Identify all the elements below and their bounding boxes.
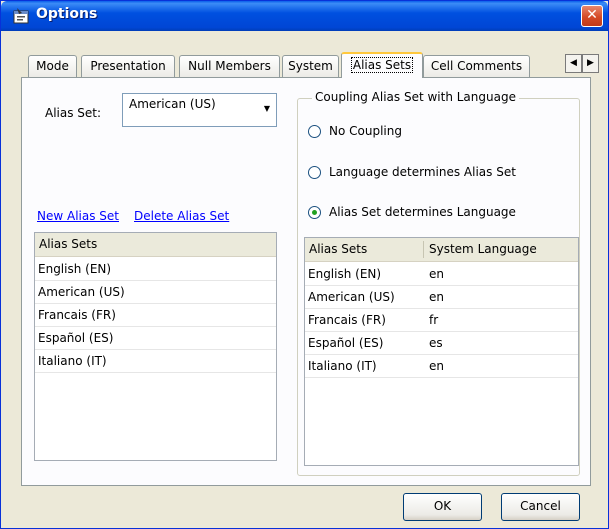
close-icon: ✕ [586, 7, 598, 23]
options-window-icon [13, 8, 29, 24]
radio-button-icon[interactable] [308, 125, 321, 138]
coupling-table[interactable]: Alias Sets System Language English (EN) … [304, 237, 579, 466]
close-button[interactable]: ✕ [581, 5, 603, 27]
title-bar[interactable]: Options ✕ [1, 1, 608, 31]
tab-scroll-left-button[interactable]: ◀ [565, 54, 582, 73]
alias-sets-list-header[interactable]: Alias Sets [35, 233, 276, 257]
new-alias-set-link[interactable]: New Alias Set [37, 209, 119, 223]
alias-set-label: Alias Set: [45, 106, 102, 120]
list-item[interactable]: American (US) [35, 281, 276, 304]
table-row[interactable]: English (EN) en [305, 263, 578, 286]
window-title: Options [36, 6, 98, 22]
alias-sets-list[interactable]: Alias Sets English (EN) American (US) Fr… [34, 232, 277, 461]
alias-set-value: American (US) [129, 97, 216, 111]
column-header-alias-sets[interactable]: Alias Sets [309, 238, 367, 260]
list-item[interactable]: Español (ES) [35, 327, 276, 350]
radio-button-selected-icon[interactable] [308, 206, 321, 219]
tab-system[interactable]: System [282, 55, 339, 77]
delete-alias-set-link[interactable]: Delete Alias Set [134, 209, 229, 223]
chevron-down-icon: ▼ [263, 104, 270, 113]
ok-button[interactable]: OK [403, 493, 482, 521]
tab-mode[interactable]: Mode [28, 55, 77, 77]
table-row[interactable]: American (US) en [305, 286, 578, 309]
tab-alias-sets[interactable]: Alias Sets [341, 52, 423, 78]
list-item[interactable]: English (EN) [35, 258, 276, 281]
column-divider[interactable] [423, 241, 424, 258]
table-row[interactable]: Francais (FR) fr [305, 309, 578, 332]
chevron-left-icon: ◀ [570, 58, 577, 68]
cancel-button[interactable]: Cancel [501, 493, 580, 521]
chevron-right-icon: ▶ [587, 58, 594, 68]
options-dialog: Options ✕ Mode Presentation Null Members… [0, 0, 609, 529]
coupling-group-title: Coupling Alias Set with Language [312, 90, 519, 104]
table-row[interactable]: Italiano (IT) en [305, 355, 578, 378]
radio-button-icon[interactable] [308, 166, 321, 179]
list-item[interactable]: Francais (FR) [35, 304, 276, 327]
list-item[interactable]: Italiano (IT) [35, 350, 276, 373]
tab-cell-comments[interactable]: Cell Comments [423, 55, 530, 77]
tab-scroll-right-button[interactable]: ▶ [582, 54, 599, 73]
table-row[interactable]: Español (ES) es [305, 332, 578, 355]
tab-null-members[interactable]: Null Members [179, 55, 280, 77]
column-header-system-language[interactable]: System Language [429, 238, 537, 260]
tab-presentation[interactable]: Presentation [81, 55, 175, 77]
coupling-table-header: Alias Sets System Language [305, 238, 578, 262]
alias-set-dropdown[interactable]: American (US) ▼ [122, 93, 277, 127]
